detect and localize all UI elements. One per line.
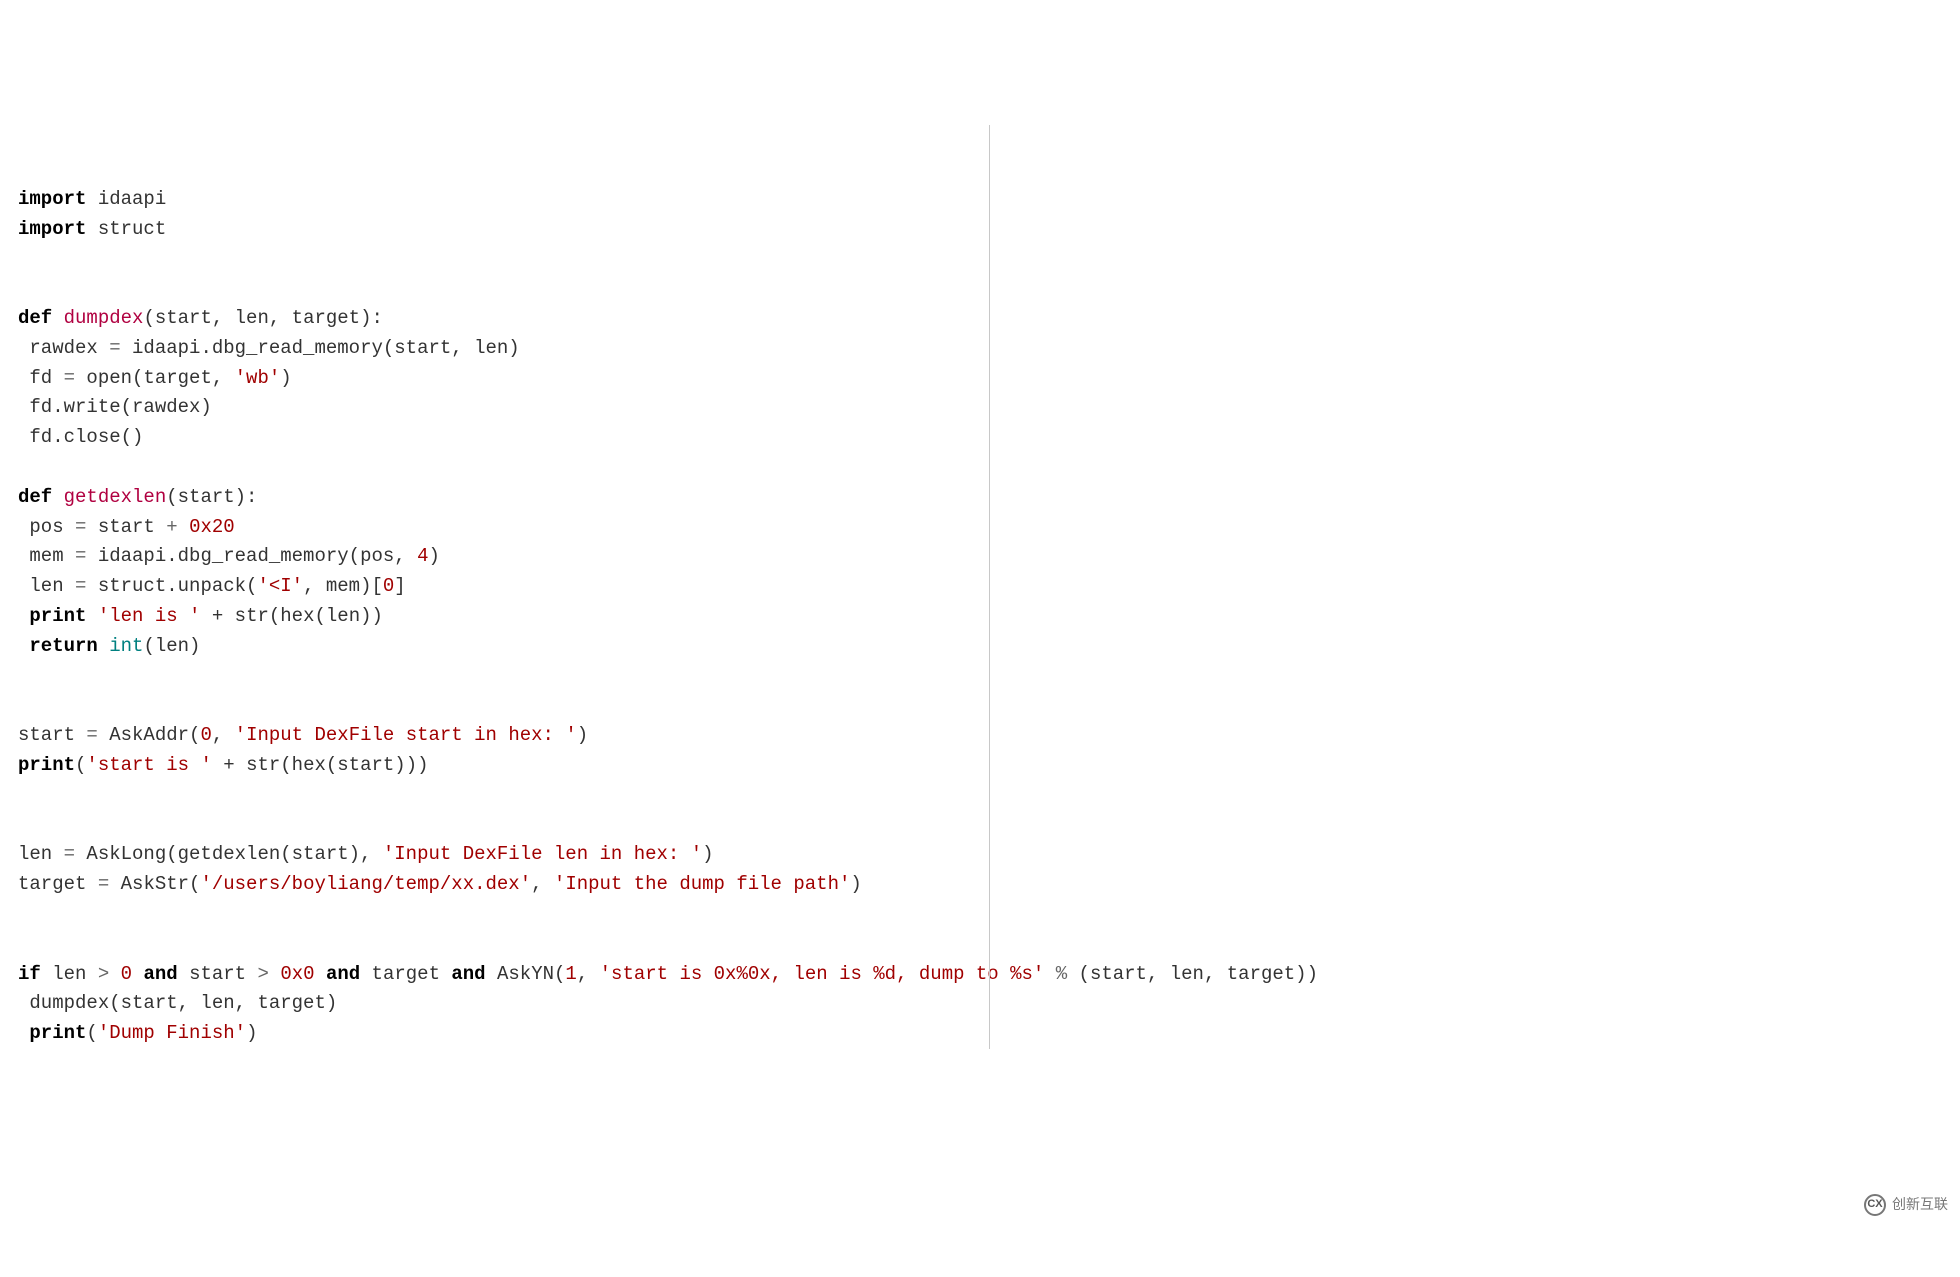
- line-16: return int(len): [18, 635, 200, 657]
- watermark-text: 创新互联: [1892, 1190, 1948, 1220]
- line-11: def getdexlen(start):: [18, 486, 257, 508]
- line-2: import struct: [18, 218, 166, 240]
- line-5: def dumpdex(start, len, target):: [18, 307, 383, 329]
- line-7: fd = open(target, 'wb'): [18, 367, 292, 389]
- watermark-badge-icon: CX: [1864, 1194, 1886, 1216]
- code-block: import idaapi import struct def dumpdex(…: [18, 125, 1942, 1049]
- line-8: fd.write(rawdex): [18, 396, 212, 418]
- line-15: print 'len is ' + str(hex(len)): [18, 605, 383, 627]
- line-29: print('Dump Finish'): [18, 1022, 257, 1044]
- line-20: print('start is ' + str(hex(start))): [18, 754, 429, 776]
- line-27: if len > 0 and start > 0x0 and target an…: [18, 963, 1318, 985]
- line-14: len = struct.unpack('<I', mem)[0]: [18, 575, 406, 597]
- line-12: pos = start + 0x20: [18, 516, 235, 538]
- line-19: start = AskAddr(0, 'Input DexFile start …: [18, 724, 588, 746]
- watermark: CX 创新互联: [1860, 1188, 1952, 1222]
- line-13: mem = idaapi.dbg_read_memory(pos, 4): [18, 545, 440, 567]
- line-24: target = AskStr('/users/boyliang/temp/xx…: [18, 873, 862, 895]
- line-1: import idaapi: [18, 188, 166, 210]
- line-9: fd.close(): [18, 426, 143, 448]
- line-23: len = AskLong(getdexlen(start), 'Input D…: [18, 843, 714, 865]
- line-28: dumpdex(start, len, target): [18, 992, 337, 1014]
- line-6: rawdex = idaapi.dbg_read_memory(start, l…: [18, 337, 520, 359]
- vertical-guide-line: [989, 125, 990, 1049]
